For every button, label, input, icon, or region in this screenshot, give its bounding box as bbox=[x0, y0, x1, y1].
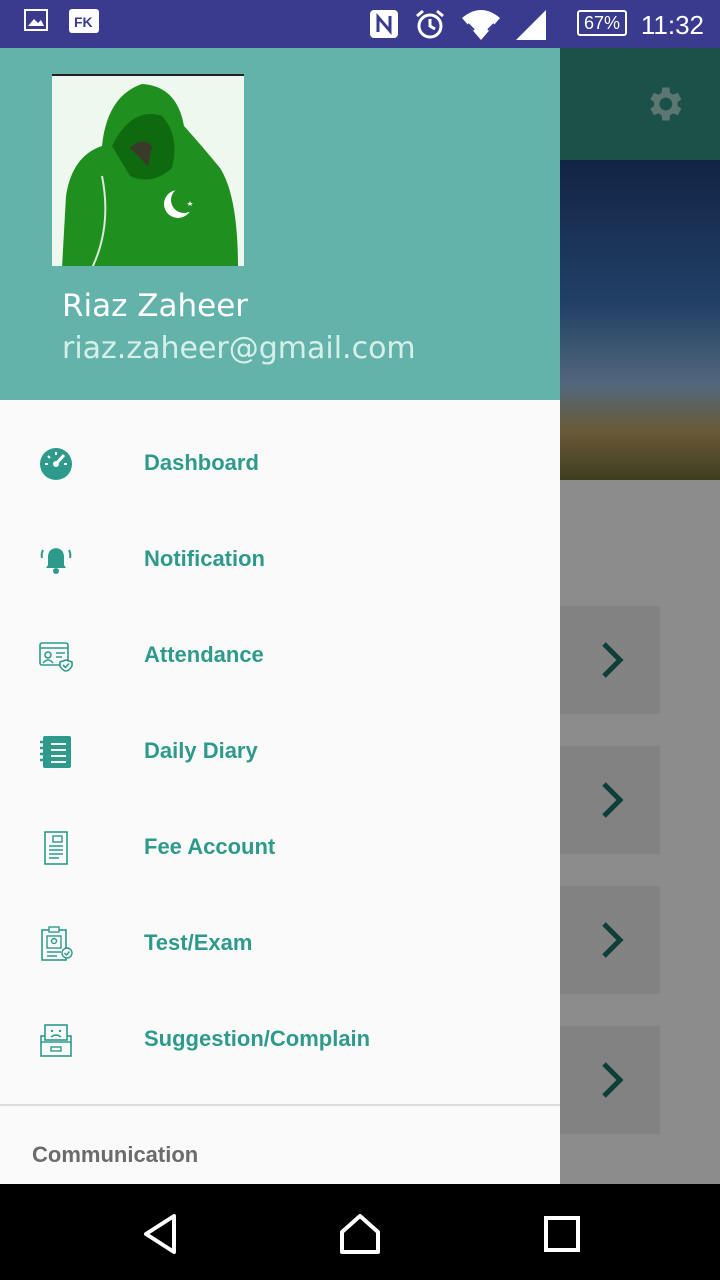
system-navigation-bar bbox=[0, 1184, 720, 1280]
menu-item-notification[interactable]: Notification bbox=[0, 512, 560, 608]
alarm-icon bbox=[416, 9, 444, 39]
menu-item-label: Test/Exam bbox=[144, 930, 253, 955]
fk-app-icon: FK bbox=[69, 9, 99, 33]
menu-item-fee-account[interactable]: Fee Account bbox=[0, 800, 560, 896]
svg-text:FK: FK bbox=[74, 14, 93, 30]
menu-item-label: Daily Diary bbox=[144, 738, 258, 763]
dashboard-gauge-icon bbox=[40, 448, 72, 480]
menu-item-label: Attendance bbox=[144, 642, 264, 667]
nfc-icon bbox=[370, 10, 398, 38]
status-time: 11:32 bbox=[640, 10, 704, 40]
signal-icon bbox=[516, 10, 546, 40]
menu-item-attendance[interactable]: Attendance bbox=[0, 608, 560, 704]
menu-item-dashboard[interactable]: Dashboard bbox=[0, 416, 560, 512]
menu-divider bbox=[0, 1104, 560, 1106]
gallery-icon bbox=[24, 9, 48, 31]
navigation-drawer: Riaz Zaheer riaz.zaheer@gmail.com Dashbo… bbox=[0, 48, 560, 1184]
section-title-communication: Communication bbox=[32, 1142, 199, 1167]
menu-item-label: Suggestion/Complain bbox=[144, 1026, 371, 1051]
menu-item-label: Fee Account bbox=[144, 834, 276, 859]
wifi-icon bbox=[462, 10, 500, 40]
recents-icon[interactable] bbox=[540, 1212, 584, 1256]
menu-item-test-exam[interactable]: Test/Exam bbox=[0, 896, 560, 992]
diary-notebook-icon bbox=[40, 736, 71, 768]
avatar[interactable] bbox=[52, 74, 244, 266]
status-bar: FK 67% 11:32 bbox=[0, 0, 720, 48]
back-icon[interactable] bbox=[138, 1212, 182, 1256]
avatar-image bbox=[52, 76, 244, 266]
user-name: Riaz Zaheer bbox=[62, 288, 249, 324]
fee-document-icon bbox=[44, 831, 68, 865]
menu-item-suggestion-complain[interactable]: Suggestion/Complain bbox=[0, 992, 560, 1088]
home-icon[interactable] bbox=[338, 1212, 382, 1256]
drawer-header: Riaz Zaheer riaz.zaheer@gmail.com bbox=[0, 48, 560, 400]
battery-percent: 67% bbox=[583, 13, 621, 33]
attendance-id-card-icon bbox=[39, 642, 73, 672]
menu-item-daily-diary[interactable]: Daily Diary bbox=[0, 704, 560, 800]
bell-icon bbox=[40, 548, 72, 574]
complaint-box-icon bbox=[40, 1024, 72, 1057]
battery-icon: 67% bbox=[577, 10, 627, 36]
exam-clipboard-icon bbox=[41, 926, 73, 961]
user-email: riaz.zaheer@gmail.com bbox=[62, 331, 416, 366]
menu-item-label: Notification bbox=[144, 546, 265, 571]
menu-item-label: Dashboard bbox=[144, 450, 259, 475]
